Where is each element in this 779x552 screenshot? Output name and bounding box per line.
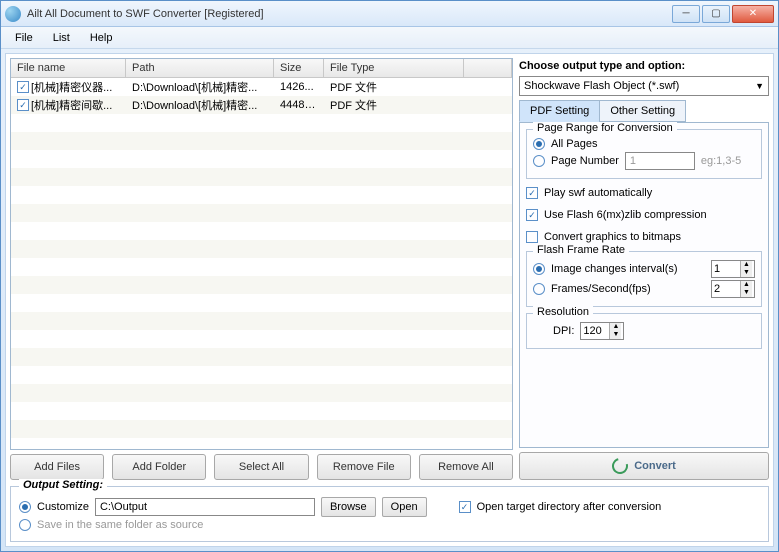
table-row[interactable]: ✓[机械]精密仪器... D:\Download\[机械]精密... 1426.… bbox=[11, 78, 512, 96]
col-filename[interactable]: File name bbox=[11, 59, 126, 77]
col-spacer bbox=[464, 59, 512, 77]
interval-input[interactable]: ▲▼ bbox=[711, 260, 755, 278]
convert-button[interactable]: Convert bbox=[519, 452, 769, 480]
titlebar: Ailt All Document to SWF Converter [Regi… bbox=[1, 1, 778, 27]
play-auto-label: Play swf automatically bbox=[544, 187, 652, 199]
fps-input[interactable]: ▲▼ bbox=[711, 280, 755, 298]
resolution-legend: Resolution bbox=[533, 306, 593, 318]
spin-up-icon: ▲ bbox=[740, 281, 752, 289]
dpi-label: DPI: bbox=[553, 325, 574, 337]
add-files-button[interactable]: Add Files bbox=[10, 454, 104, 480]
cell-name: [机械]精密间歇... bbox=[31, 97, 112, 113]
play-auto-checkbox[interactable]: ✓ bbox=[526, 187, 538, 199]
all-pages-label: All Pages bbox=[551, 138, 597, 150]
add-folder-button[interactable]: Add Folder bbox=[112, 454, 206, 480]
table-row[interactable]: ✓[机械]精密间歇... D:\Download\[机械]精密... 4448K… bbox=[11, 96, 512, 114]
same-folder-label: Save in the same folder as source bbox=[37, 519, 203, 531]
output-legend: Output Setting: bbox=[19, 479, 107, 491]
all-pages-radio[interactable] bbox=[533, 138, 545, 150]
cell-size: 4448KB bbox=[274, 99, 324, 111]
cell-path: D:\Download\[机械]精密... bbox=[126, 97, 274, 113]
cell-type: PDF 文件 bbox=[324, 79, 464, 95]
close-button[interactable]: ✕ bbox=[732, 5, 774, 23]
fps-radio[interactable] bbox=[533, 283, 545, 295]
menu-file[interactable]: File bbox=[7, 30, 41, 46]
page-range-legend: Page Range for Conversion bbox=[533, 122, 677, 134]
file-table: File name Path Size File Type ✓[机械]精密仪器.… bbox=[10, 58, 513, 450]
bitmaps-checkbox[interactable] bbox=[526, 231, 538, 243]
menubar: File List Help bbox=[1, 27, 778, 49]
same-folder-radio[interactable] bbox=[19, 519, 31, 531]
output-type-combo[interactable]: Shockwave Flash Object (*.swf) ▼ bbox=[519, 76, 769, 96]
spin-down-icon: ▼ bbox=[609, 331, 621, 339]
cell-size: 1426... bbox=[274, 81, 324, 93]
row-checkbox[interactable]: ✓ bbox=[17, 99, 29, 111]
menu-help[interactable]: Help bbox=[82, 30, 121, 46]
spin-down-icon: ▼ bbox=[740, 289, 752, 297]
app-icon bbox=[5, 6, 21, 22]
tab-pdf-setting[interactable]: PDF Setting bbox=[519, 100, 600, 122]
cell-type: PDF 文件 bbox=[324, 97, 464, 113]
remove-all-button[interactable]: Remove All bbox=[419, 454, 513, 480]
remove-file-button[interactable]: Remove File bbox=[317, 454, 411, 480]
row-checkbox[interactable]: ✓ bbox=[17, 81, 29, 93]
frame-rate-group: Flash Frame Rate Image changes interval(… bbox=[526, 251, 762, 307]
tab-body: Page Range for Conversion All Pages Page… bbox=[519, 122, 769, 448]
interval-radio[interactable] bbox=[533, 263, 545, 275]
customize-radio[interactable] bbox=[19, 501, 31, 513]
spin-down-icon: ▼ bbox=[740, 269, 752, 277]
window-buttons: ─ ▢ ✕ bbox=[672, 5, 774, 23]
options-pane: Choose output type and option: Shockwave… bbox=[519, 58, 769, 480]
browse-button[interactable]: Browse bbox=[321, 497, 376, 517]
convert-icon bbox=[609, 455, 631, 477]
col-path[interactable]: Path bbox=[126, 59, 274, 77]
minimize-button[interactable]: ─ bbox=[672, 5, 700, 23]
table-body[interactable]: ✓[机械]精密仪器... D:\Download\[机械]精密... 1426.… bbox=[11, 78, 512, 449]
cell-path: D:\Download\[机械]精密... bbox=[126, 79, 274, 95]
page-range-group: Page Range for Conversion All Pages Page… bbox=[526, 129, 762, 179]
page-range-hint: eg:1,3-5 bbox=[701, 155, 741, 167]
output-path-input[interactable] bbox=[95, 498, 315, 516]
upper-row: File name Path Size File Type ✓[机械]精密仪器.… bbox=[10, 58, 769, 480]
zlib-checkbox[interactable]: ✓ bbox=[526, 209, 538, 221]
menu-list[interactable]: List bbox=[45, 30, 78, 46]
frame-rate-legend: Flash Frame Rate bbox=[533, 244, 629, 256]
spin-up-icon: ▲ bbox=[609, 323, 621, 331]
app-window: Ailt All Document to SWF Converter [Regi… bbox=[0, 0, 779, 552]
col-filetype[interactable]: File Type bbox=[324, 59, 464, 77]
interval-label: Image changes interval(s) bbox=[551, 263, 705, 275]
table-header: File name Path Size File Type bbox=[11, 59, 512, 78]
window-title: Ailt All Document to SWF Converter [Regi… bbox=[27, 8, 672, 20]
dropdown-icon: ▼ bbox=[755, 81, 764, 91]
open-button[interactable]: Open bbox=[382, 497, 427, 517]
customize-label: Customize bbox=[37, 501, 89, 513]
options-header: Choose output type and option: bbox=[519, 58, 769, 76]
col-size[interactable]: Size bbox=[274, 59, 324, 77]
select-all-button[interactable]: Select All bbox=[214, 454, 308, 480]
combo-value: Shockwave Flash Object (*.swf) bbox=[524, 80, 679, 92]
cell-name: [机械]精密仪器... bbox=[31, 79, 112, 95]
open-target-label: Open target directory after conversion bbox=[477, 501, 662, 513]
tab-other-setting[interactable]: Other Setting bbox=[599, 100, 686, 122]
bitmaps-label: Convert graphics to bitmaps bbox=[544, 231, 681, 243]
settings-tabs: PDF Setting Other Setting bbox=[519, 100, 769, 122]
output-setting-group: Output Setting: Customize Browse Open ✓ … bbox=[10, 486, 769, 542]
open-target-checkbox[interactable]: ✓ bbox=[459, 501, 471, 513]
page-number-label: Page Number bbox=[551, 155, 619, 167]
zlib-label: Use Flash 6(mx)zlib compression bbox=[544, 209, 707, 221]
convert-label: Convert bbox=[634, 460, 676, 472]
file-pane: File name Path Size File Type ✓[机械]精密仪器.… bbox=[10, 58, 513, 480]
client-area: File name Path Size File Type ✓[机械]精密仪器.… bbox=[5, 53, 774, 547]
maximize-button[interactable]: ▢ bbox=[702, 5, 730, 23]
resolution-group: Resolution DPI: ▲▼ bbox=[526, 313, 762, 349]
page-number-input[interactable] bbox=[625, 152, 695, 170]
dpi-input[interactable]: ▲▼ bbox=[580, 322, 624, 340]
file-buttons: Add Files Add Folder Select All Remove F… bbox=[10, 454, 513, 480]
page-number-radio[interactable] bbox=[533, 155, 545, 167]
spin-up-icon: ▲ bbox=[740, 261, 752, 269]
fps-label: Frames/Second(fps) bbox=[551, 283, 705, 295]
